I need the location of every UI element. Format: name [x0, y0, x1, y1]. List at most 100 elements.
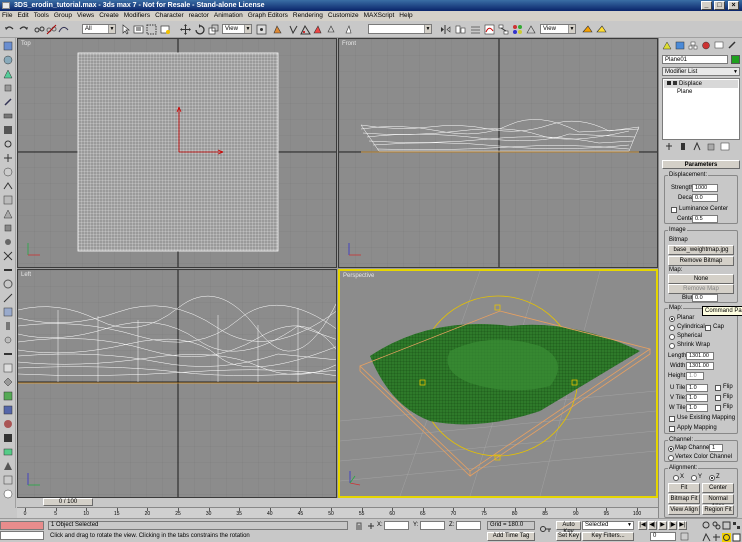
key-filters-button[interactable]: Key Filters... — [582, 532, 634, 541]
show-end-result-icon[interactable] — [678, 142, 688, 151]
tool-28-icon[interactable] — [3, 419, 13, 429]
menu-reactor[interactable]: reactor — [189, 11, 209, 21]
menu-edit[interactable]: Edit — [17, 11, 28, 21]
view-align-button[interactable]: View Align — [668, 505, 700, 515]
arc-rotate-icon[interactable] — [722, 533, 731, 542]
tool-7-icon[interactable] — [3, 125, 13, 135]
remove-bitmap-button[interactable]: Remove Bitmap — [668, 256, 734, 266]
viewport-left[interactable]: Left — [17, 269, 337, 498]
menu-rendering[interactable]: Rendering — [293, 11, 323, 21]
pin-stack-icon[interactable] — [664, 142, 674, 151]
redo-icon[interactable] — [18, 24, 29, 35]
time-config-icon[interactable] — [680, 532, 689, 541]
shrink-wrap-radio[interactable] — [669, 343, 675, 349]
uflip-checkbox[interactable] — [715, 385, 721, 391]
tool-12-icon[interactable] — [3, 195, 13, 205]
cap-checkbox[interactable] — [705, 325, 711, 331]
select-manipulate-icon[interactable] — [272, 24, 283, 35]
tool-25-icon[interactable] — [3, 377, 13, 387]
motion-tab-icon[interactable] — [701, 41, 711, 50]
minimize-button[interactable]: _ — [701, 1, 712, 10]
menu-maxscript[interactable]: MAXScript — [364, 11, 395, 21]
tool-33-icon[interactable] — [3, 489, 13, 499]
tool-10-icon[interactable] — [3, 167, 13, 177]
planar-radio[interactable] — [669, 316, 675, 322]
stack-item-plane[interactable]: Plane — [677, 89, 692, 95]
key-icon[interactable] — [540, 525, 552, 533]
stack-item-displace[interactable]: Displace — [664, 80, 738, 88]
parameters-rollout[interactable]: Parameters — [662, 160, 740, 169]
move-icon[interactable] — [180, 24, 191, 35]
menu-graph-editors[interactable]: Graph Editors — [248, 11, 288, 21]
edit-named-selection-icon[interactable] — [343, 24, 354, 35]
tool-8-icon[interactable] — [3, 139, 13, 149]
create-tab-icon[interactable] — [662, 41, 672, 50]
rotate-icon[interactable] — [194, 24, 205, 35]
remove-map-button[interactable]: Remove Map — [668, 284, 734, 294]
region-fit-button[interactable]: Region Fit — [702, 505, 734, 515]
schematic-view-icon[interactable] — [498, 24, 509, 35]
map-channel-radio[interactable] — [668, 446, 674, 452]
z-coord-field[interactable] — [456, 521, 481, 530]
luminance-center-checkbox[interactable] — [671, 207, 677, 213]
quick-render-icon[interactable] — [582, 24, 593, 35]
bind-spacewarp-icon[interactable] — [58, 24, 69, 35]
tool-30-icon[interactable] — [3, 447, 13, 457]
pivot-center-icon[interactable] — [256, 24, 267, 35]
display-tab-icon[interactable] — [714, 41, 724, 50]
menu-customize[interactable]: Customize — [328, 11, 359, 21]
zoom-extents-icon[interactable] — [722, 521, 731, 532]
object-name-field[interactable]: Plane01 — [662, 55, 728, 64]
ref-coord-dropdown[interactable]: View ▼ — [222, 24, 252, 34]
selection-filter-dropdown[interactable]: All ▼ — [82, 24, 116, 34]
menu-help[interactable]: Help — [399, 11, 412, 21]
tool-9-icon[interactable] — [3, 153, 13, 163]
render-type-dropdown[interactable]: View ▼ — [540, 24, 576, 34]
tool-32-icon[interactable] — [3, 475, 13, 485]
viewport-perspective-label[interactable]: Perspective — [343, 273, 374, 279]
vflip-checkbox[interactable] — [715, 395, 721, 401]
modify-tab-icon[interactable] — [675, 41, 685, 50]
layer-manager-icon[interactable] — [470, 24, 481, 35]
set-key-button[interactable]: Set Key — [556, 532, 581, 541]
tool-15-icon[interactable] — [3, 237, 13, 247]
hierarchy-tab-icon[interactable] — [688, 41, 698, 50]
curve-editor-icon[interactable] — [484, 24, 495, 35]
decay-spinner[interactable]: 0.0 — [692, 194, 718, 202]
width-spinner[interactable]: 1301.00 — [686, 362, 714, 370]
active-shade-icon[interactable] — [596, 24, 607, 35]
y-coord-field[interactable] — [420, 521, 445, 530]
viewport-front-label[interactable]: Front — [342, 41, 356, 47]
tool-11-icon[interactable] — [3, 181, 13, 191]
menu-create[interactable]: Create — [99, 11, 119, 21]
configure-sets-icon[interactable] — [720, 142, 730, 151]
mirror-icon[interactable] — [440, 24, 451, 35]
align-z-radio[interactable] — [709, 475, 715, 481]
tool-22-icon[interactable] — [3, 335, 13, 345]
tool-31-icon[interactable] — [3, 461, 13, 471]
select-link-icon[interactable] — [34, 24, 45, 35]
rect-selection-icon[interactable] — [146, 24, 157, 35]
time-slider-thumb[interactable]: 0 / 100 — [43, 498, 93, 506]
menu-views[interactable]: Views — [77, 11, 94, 21]
percent-snap-icon[interactable] — [312, 24, 323, 35]
modifier-list-dropdown[interactable]: Modifier List ▼ — [662, 67, 740, 76]
vertex-color-radio[interactable] — [668, 455, 674, 461]
viewport-perspective[interactable]: Perspective — [338, 269, 658, 498]
field-of-view-icon[interactable] — [702, 532, 711, 542]
maximize-viewport-icon[interactable] — [732, 533, 741, 542]
wflip-checkbox[interactable] — [715, 405, 721, 411]
utile-spinner[interactable]: 1.0 — [686, 384, 708, 392]
expand-icon[interactable] — [667, 81, 671, 85]
height-spinner[interactable]: 1.0 — [686, 372, 704, 380]
current-frame-field[interactable]: 0 — [650, 532, 676, 541]
window-crossing-icon[interactable] — [160, 24, 171, 35]
length-spinner[interactable]: 1301.00 — [686, 352, 714, 360]
tool-6-icon[interactable] — [3, 111, 13, 121]
bitmap-fit-button[interactable]: Bitmap Fit — [668, 494, 700, 504]
snap-toggle-icon[interactable] — [288, 24, 299, 35]
maxscript-listener[interactable] — [0, 521, 44, 530]
zoom-extents-all-icon[interactable] — [732, 521, 741, 532]
strength-spinner[interactable]: 1000 — [692, 184, 718, 192]
scale-icon[interactable] — [208, 24, 219, 35]
